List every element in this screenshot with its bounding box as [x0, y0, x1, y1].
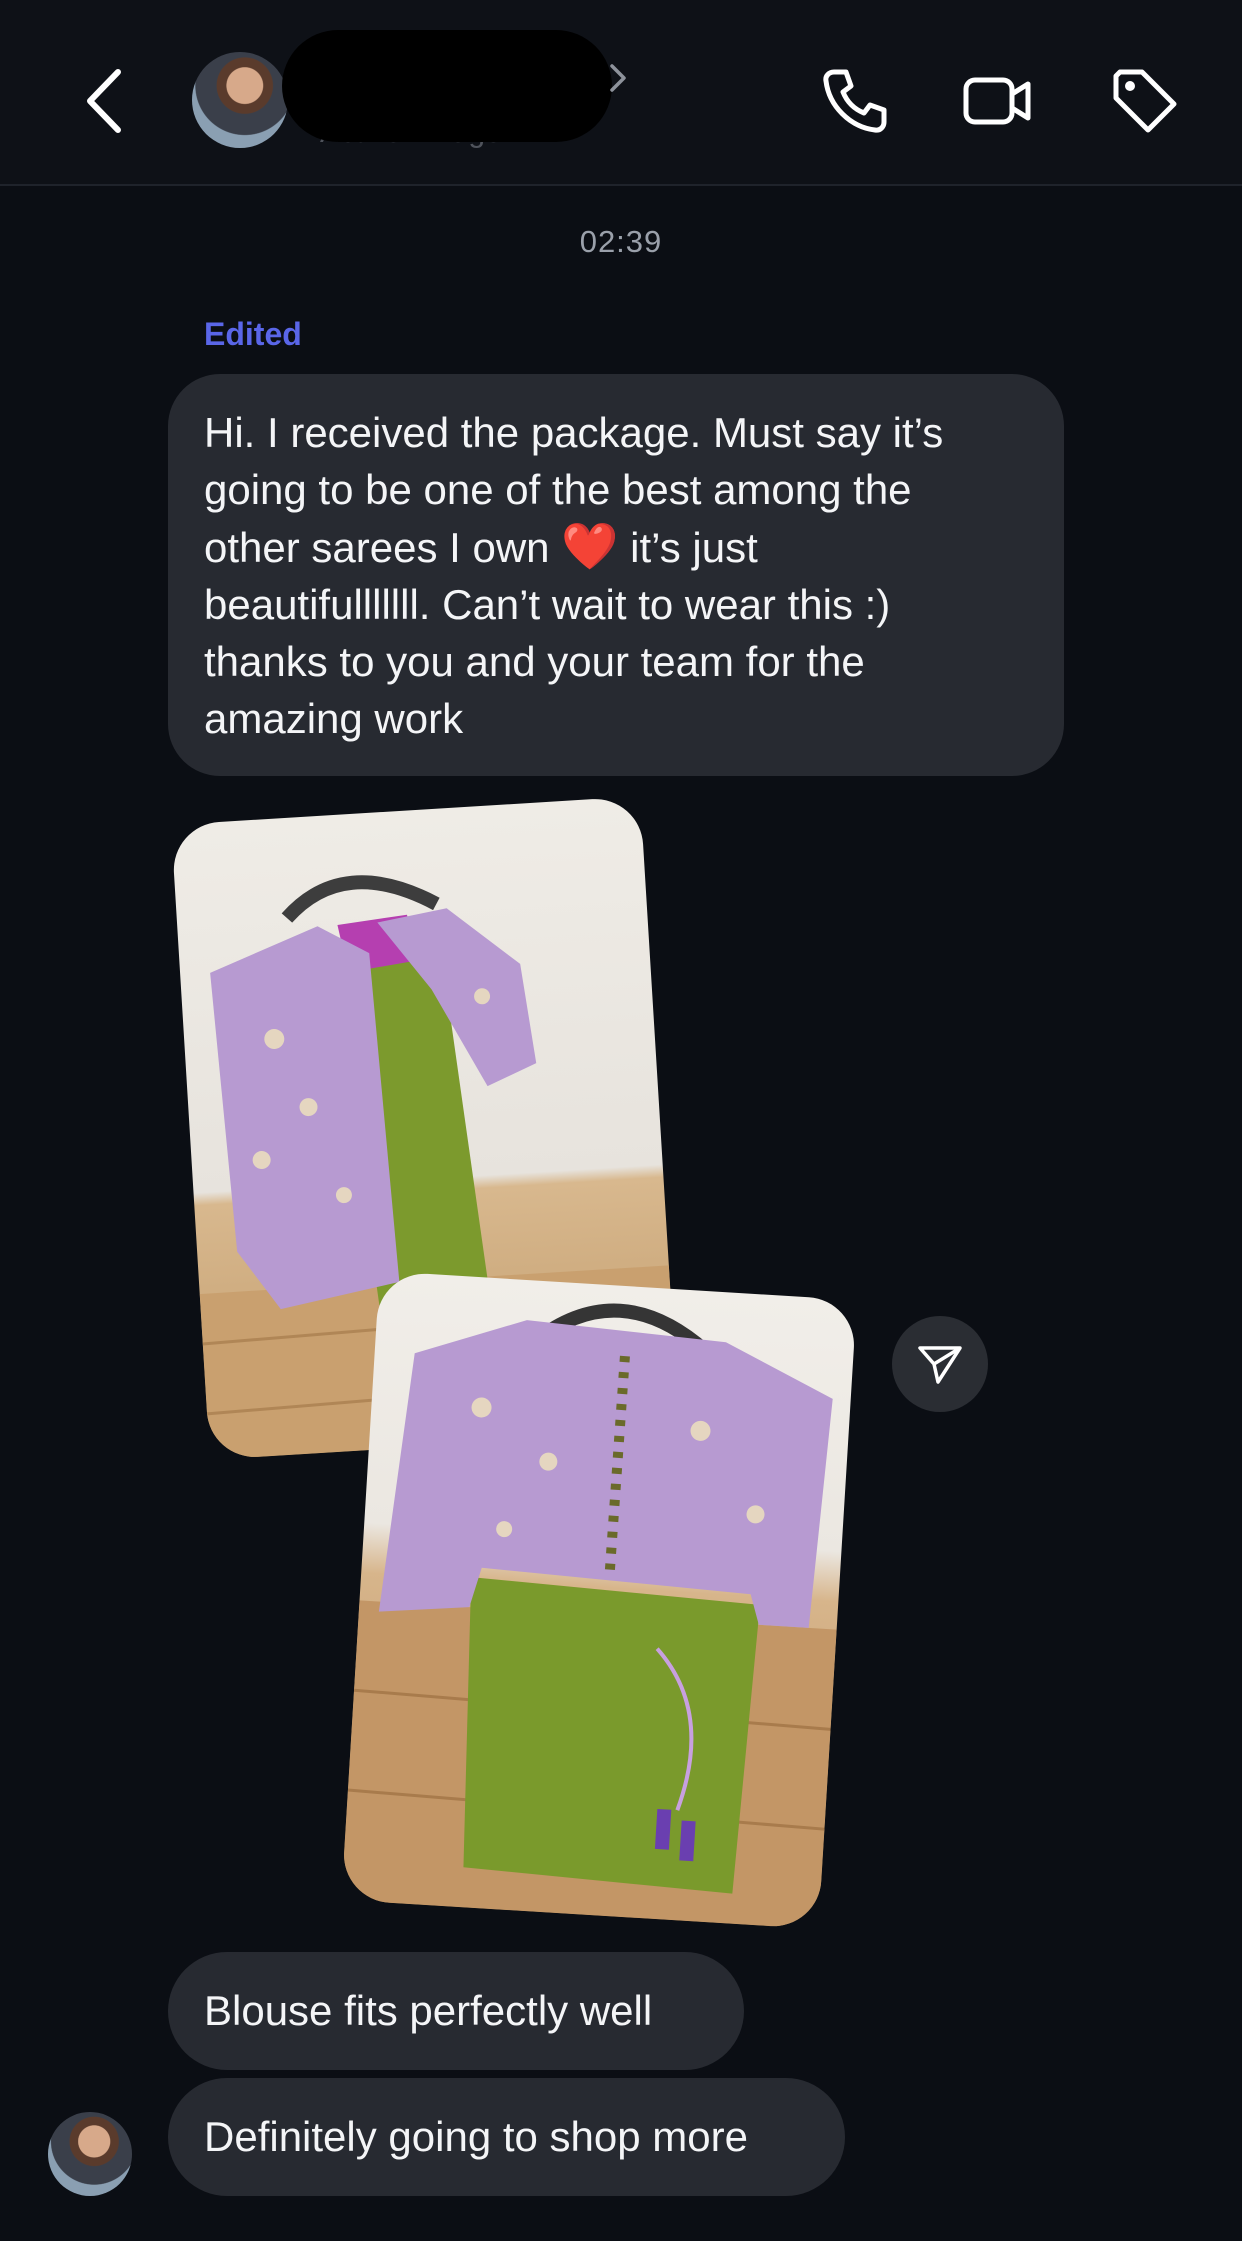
contact-avatar[interactable]: [192, 52, 288, 148]
chevron-right-icon[interactable]: [606, 60, 630, 96]
video-icon[interactable]: [960, 64, 1034, 138]
redacted-contact-name[interactable]: [282, 30, 612, 142]
sender-avatar[interactable]: [48, 2112, 132, 2196]
heart-emoji: ❤️: [561, 520, 619, 572]
message-bubble[interactable]: Definitely going to shop more: [168, 2078, 845, 2196]
message-timestamp: 02:39: [579, 224, 663, 259]
edited-label: Edited: [204, 316, 302, 352]
send-icon: [918, 1346, 962, 1384]
message-bubble[interactable]: Blouse fits perfectly well: [168, 1952, 744, 2070]
chat-header: Active 4h ago: [0, 0, 1242, 186]
share-button[interactable]: [892, 1316, 988, 1412]
tag-icon[interactable]: [1108, 64, 1182, 138]
message-bubble[interactable]: Hi. I received the package. Must say it’…: [168, 374, 1064, 776]
back-icon[interactable]: [80, 66, 130, 136]
phone-icon[interactable]: [818, 64, 892, 138]
photo-attachment-back[interactable]: [341, 1270, 857, 1930]
